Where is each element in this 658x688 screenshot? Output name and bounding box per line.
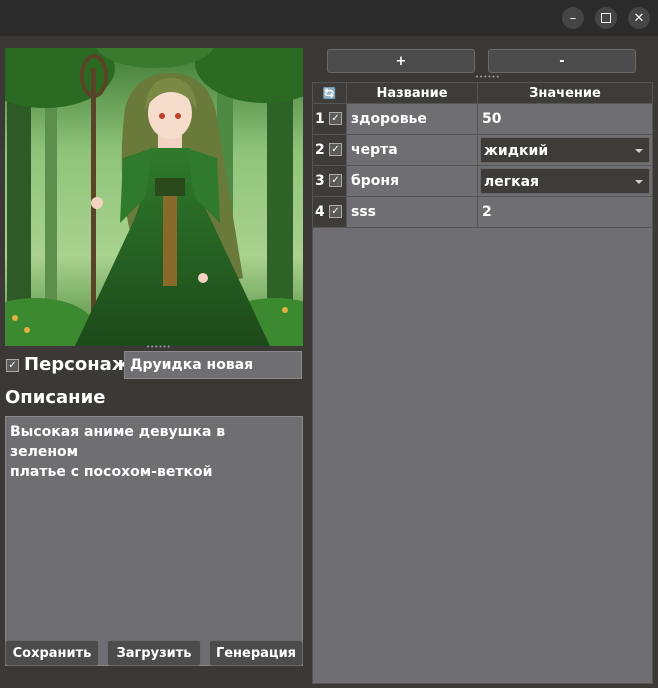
load-button[interactable]: Загрузить: [107, 640, 201, 666]
maximize-icon: [601, 13, 611, 23]
cell-value: легкая: [478, 166, 653, 197]
column-header-value[interactable]: Значение: [478, 83, 653, 104]
description-title: Описание: [5, 387, 106, 408]
character-image: [5, 48, 303, 346]
cell-value[interactable]: 50: [478, 104, 653, 135]
character-checkbox[interactable]: ✓: [6, 359, 19, 372]
cell-name[interactable]: броня: [347, 166, 478, 197]
vertical-splitter-handle[interactable]: ••••••: [146, 344, 171, 351]
character-name-input[interactable]: Друидка новая: [124, 351, 302, 379]
value-combobox[interactable]: легкая: [480, 168, 650, 194]
row-number: 3: [315, 173, 325, 189]
refresh-icon: 🔄: [322, 86, 337, 100]
value-combobox[interactable]: жидкий: [480, 137, 650, 163]
horizontal-splitter-handle[interactable]: ••••••: [475, 74, 500, 81]
save-button[interactable]: Сохранить: [5, 640, 99, 666]
row-checkbox[interactable]: ✓: [329, 205, 342, 218]
description-textarea[interactable]: Высокая аниме девушка в зеленом платье с…: [5, 416, 303, 666]
close-icon: ✕: [633, 10, 645, 26]
add-row-button[interactable]: +: [327, 49, 475, 73]
row-header[interactable]: 3 ✓: [313, 166, 347, 197]
close-button[interactable]: ✕: [628, 7, 650, 29]
row-checkbox[interactable]: ✓: [329, 143, 342, 156]
chevron-down-icon: [635, 180, 643, 184]
row-number: 4: [315, 204, 325, 220]
character-label: Персонаж: [24, 354, 130, 375]
character-illustration: [5, 48, 303, 346]
row-header[interactable]: 1 ✓: [313, 104, 347, 135]
cell-value[interactable]: 2: [478, 197, 653, 228]
column-header-name[interactable]: Название: [347, 83, 478, 104]
main-window: •••••• ✓ Персонаж Друидка новая Описание…: [0, 36, 658, 688]
combobox-value: жидкий: [484, 143, 549, 159]
minimize-button[interactable]: –: [562, 7, 584, 29]
minimize-icon: –: [569, 10, 577, 26]
cell-name[interactable]: здоровье: [347, 104, 478, 135]
chevron-down-icon: [635, 149, 643, 153]
row-header[interactable]: 2 ✓: [313, 135, 347, 166]
row-checkbox[interactable]: ✓: [329, 112, 342, 125]
combobox-value: легкая: [484, 174, 540, 190]
remove-row-button[interactable]: -: [488, 49, 636, 73]
row-checkbox[interactable]: ✓: [329, 174, 342, 187]
maximize-button[interactable]: [595, 7, 617, 29]
cell-value: жидкий: [478, 135, 653, 166]
refresh-corner-button[interactable]: 🔄: [313, 83, 347, 104]
cell-name[interactable]: черта: [347, 135, 478, 166]
cell-name[interactable]: sss: [347, 197, 478, 228]
row-number: 2: [315, 142, 325, 158]
title-bar: – ✕: [0, 0, 658, 36]
attributes-table: 🔄 Название Значение 1 ✓ здоровье 50 2 ✓ …: [312, 82, 653, 684]
row-number: 1: [315, 111, 325, 127]
row-header[interactable]: 4 ✓: [313, 197, 347, 228]
generate-button[interactable]: Генерация: [209, 640, 303, 666]
